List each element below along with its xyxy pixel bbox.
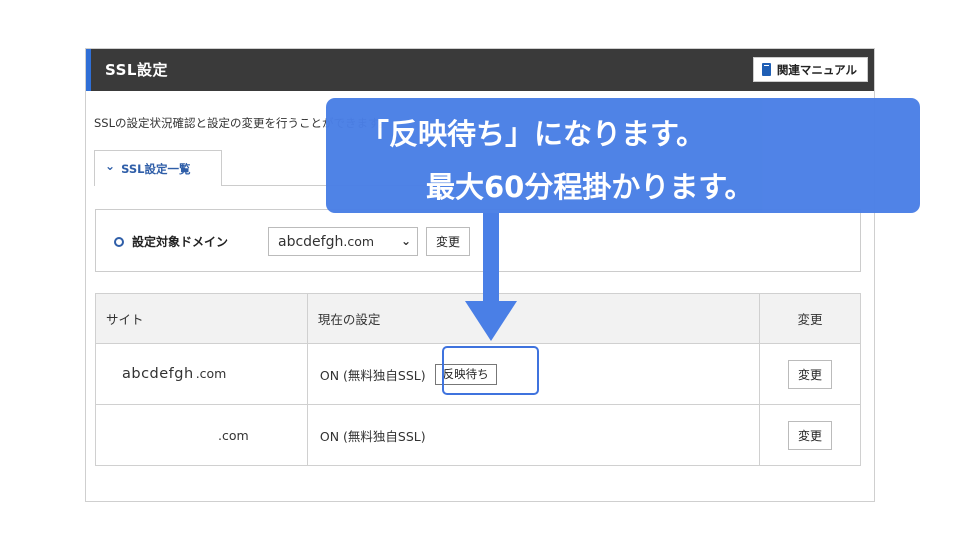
related-manual-label: 関連マニュアル bbox=[776, 62, 857, 77]
domain-selector-box: 設定対象ドメイン abcdefgh .com ⌄ 変更 bbox=[95, 209, 861, 272]
annotation-callout: 「反映待ち」になります。 最大60分程掛かります。 bbox=[326, 98, 920, 213]
tab-ssl-list[interactable]: ⌄ SSL設定一覧 bbox=[94, 150, 222, 186]
domain-select[interactable]: abcdefgh .com ⌄ bbox=[268, 227, 418, 256]
domain-select-name: abcdefgh bbox=[278, 233, 344, 250]
circle-icon bbox=[114, 236, 124, 247]
panel-title: SSL設定 bbox=[105, 61, 168, 79]
site-cell: .com bbox=[216, 428, 307, 443]
panel-header: SSL設定 関連マニュアル bbox=[86, 49, 874, 91]
tab-ssl-list-label: SSL設定一覧 bbox=[121, 161, 191, 176]
domain-label: 設定対象ドメイン bbox=[114, 233, 228, 250]
domain-change-button[interactable]: 変更 bbox=[426, 227, 470, 256]
domain-select-tld: .com bbox=[343, 234, 375, 249]
site-tld: .com bbox=[218, 427, 249, 443]
ssl-status: ON (無料独自SSL) bbox=[319, 428, 426, 444]
site-cell: abcdefgh .com bbox=[122, 366, 307, 382]
status-cell: ON (無料独自SSL) 反映待ち bbox=[319, 363, 759, 385]
select-chevron-icon: ⌄ bbox=[400, 234, 411, 248]
book-icon bbox=[761, 63, 771, 76]
callout-line-2: 最大60分程掛かります。 bbox=[426, 170, 754, 204]
ssl-status: ON (無料独自SSL) bbox=[319, 367, 426, 383]
table-row: .com ON (無料独自SSL) 変更 bbox=[95, 404, 861, 466]
row-change-button[interactable]: 変更 bbox=[788, 359, 833, 389]
annotation-arrow-shaft bbox=[483, 213, 499, 303]
column-header-current-setting: 現在の設定 bbox=[306, 293, 761, 344]
site-tld: .com bbox=[195, 366, 227, 381]
related-manual-button[interactable]: 関連マニュアル bbox=[752, 57, 868, 82]
domain-label-text: 設定対象ドメイン bbox=[132, 235, 229, 249]
column-header-change: 変更 bbox=[759, 293, 861, 344]
site-name: abcdefgh bbox=[122, 366, 194, 382]
badge-highlight-outline bbox=[442, 346, 539, 395]
column-header-site: サイト bbox=[95, 293, 308, 344]
callout-line-1: 「反映待ち」になります。 bbox=[360, 117, 706, 151]
row-change-button[interactable]: 変更 bbox=[788, 420, 833, 450]
chevron-down-icon: ⌄ bbox=[105, 158, 116, 173]
arrow-down-icon bbox=[465, 301, 517, 341]
